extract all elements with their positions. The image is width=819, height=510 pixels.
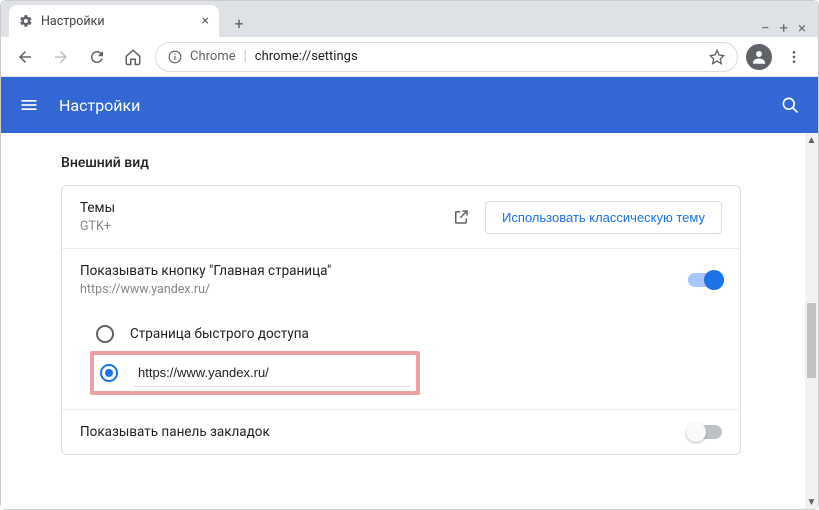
section-appearance-title: Внешний вид — [61, 155, 741, 171]
radio-custom-url[interactable] — [100, 364, 118, 382]
search-icon[interactable] — [780, 95, 800, 115]
tab-title: Настройки — [41, 14, 105, 29]
home-url-input[interactable] — [134, 359, 410, 387]
home-button-toggle[interactable] — [688, 273, 722, 287]
menu-button[interactable] — [780, 43, 808, 71]
reload-button[interactable] — [83, 43, 111, 71]
home-button-row: Показывать кнопку "Главная страница" htt… — [62, 249, 740, 311]
profile-avatar[interactable] — [746, 44, 772, 70]
scroll-thumb[interactable] — [807, 303, 816, 378]
browser-tab[interactable]: Настройки × — [9, 5, 219, 37]
scroll-up-icon[interactable]: ▲ — [805, 133, 818, 147]
window-close-icon[interactable]: × — [798, 19, 806, 37]
radio-ntp-label: Страница быстрого доступа — [130, 326, 309, 342]
settings-content: Внешний вид Темы GTK+ Использовать класс… — [1, 133, 818, 509]
url-scheme: Chrome — [190, 49, 236, 64]
url-text: chrome://settings — [255, 49, 358, 64]
bookmarks-bar-row: Показывать панель закладок — [62, 410, 740, 454]
tab-strip: Настройки × + − + × — [1, 1, 818, 37]
themes-row: Темы GTK+ Использовать классическую тему — [62, 186, 740, 249]
home-button-title: Показывать кнопку "Главная страница" — [80, 263, 688, 279]
new-tab-button[interactable]: + — [225, 9, 253, 37]
home-page-options: Страница быстрого доступа — [62, 311, 740, 410]
address-bar[interactable]: Chrome | chrome://settings — [155, 42, 738, 72]
themes-title: Темы — [80, 200, 451, 216]
page-area: Настройки Внешний вид Темы GTK+ Использо… — [1, 77, 818, 509]
radio-ntp-row[interactable]: Страница быстрого доступа — [80, 317, 722, 351]
scroll-down-icon[interactable]: ▼ — [805, 495, 818, 509]
maximize-icon[interactable]: + — [779, 19, 788, 37]
radio-ntp[interactable] — [96, 325, 114, 343]
bookmark-star-icon[interactable] — [709, 49, 725, 65]
back-button[interactable] — [11, 43, 39, 71]
settings-header: Настройки — [1, 77, 818, 133]
open-external-icon[interactable] — [451, 207, 471, 227]
gear-icon — [19, 14, 33, 28]
close-icon[interactable]: × — [202, 13, 209, 29]
page-title: Настройки — [59, 96, 140, 115]
home-button[interactable] — [119, 43, 147, 71]
window-controls: − + × — [761, 15, 818, 37]
hamburger-icon[interactable] — [19, 95, 39, 115]
browser-toolbar: Chrome | chrome://settings — [1, 37, 818, 77]
themes-sub: GTK+ — [80, 219, 451, 234]
minimize-icon[interactable]: − — [761, 19, 770, 37]
appearance-card: Темы GTK+ Использовать классическую тему… — [61, 185, 741, 455]
bookmarks-bar-toggle[interactable] — [688, 425, 722, 439]
scrollbar[interactable]: ▲ ▼ — [805, 133, 818, 509]
bookmarks-bar-title: Показывать панель закладок — [80, 424, 688, 440]
highlight-annotation — [90, 351, 420, 395]
site-info-icon[interactable] — [168, 50, 182, 64]
home-button-sub: https://www.yandex.ru/ — [80, 282, 688, 297]
url-separator: | — [244, 49, 247, 64]
forward-button[interactable] — [47, 43, 75, 71]
use-classic-theme-button[interactable]: Использовать классическую тему — [485, 201, 722, 234]
